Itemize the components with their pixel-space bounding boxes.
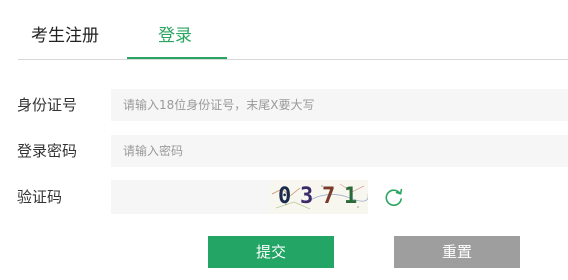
password-label: 登录密码 — [17, 142, 78, 160]
captcha-input[interactable] — [111, 180, 270, 214]
submit-button[interactable]: 提交 — [208, 236, 334, 268]
captcha-digit: 3 — [300, 184, 314, 209]
id-number-label: 身份证号 — [17, 96, 78, 114]
refresh-icon[interactable] — [383, 186, 405, 208]
reset-button[interactable]: 重置 — [394, 236, 520, 268]
tab-register[interactable]: 考生注册 — [31, 24, 99, 48]
captcha-digit: 0 — [278, 184, 292, 209]
captcha-digit: 7 — [322, 184, 336, 209]
tab-login[interactable]: 登录 — [158, 24, 192, 48]
password-input[interactable] — [111, 135, 568, 167]
login-tabs: 考生注册 登录 — [0, 0, 568, 60]
id-number-input[interactable] — [111, 89, 568, 121]
captcha-image[interactable]: 0 3 7 1 — [270, 180, 368, 214]
tab-divider — [18, 59, 568, 60]
captcha-digit: 1 — [344, 184, 358, 209]
captcha-label: 验证码 — [17, 188, 63, 206]
